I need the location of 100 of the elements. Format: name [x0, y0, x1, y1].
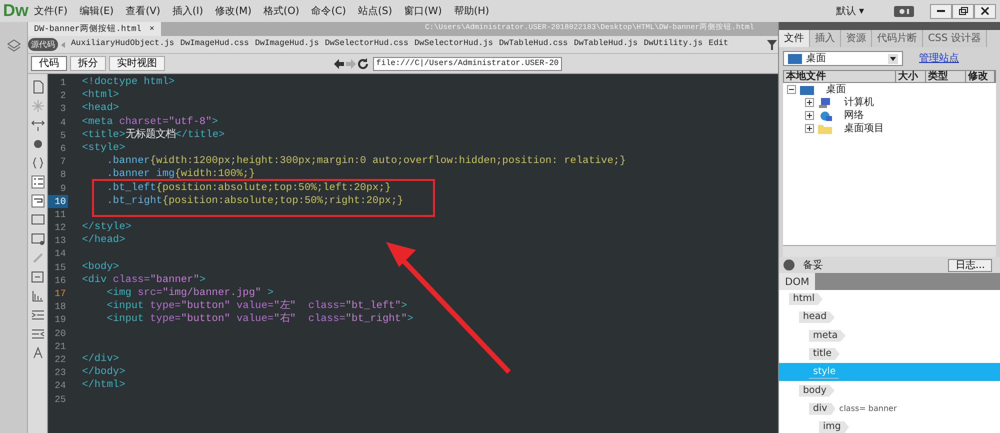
line-number: 12	[54, 221, 67, 234]
log-button[interactable]: 日志...	[948, 258, 992, 272]
line-number: 14	[54, 247, 67, 261]
window-button[interactable]	[930, 4, 952, 18]
related-file-link[interactable]: DwSelectorHud.js	[411, 38, 496, 51]
menu-item[interactable]: 编辑(E)	[74, 4, 120, 18]
dom-node[interactable]: html	[779, 290, 1000, 308]
live-icon[interactable]	[894, 6, 914, 16]
menu-item[interactable]: 帮助(H)	[448, 4, 496, 18]
window-button[interactable]	[974, 4, 996, 18]
view-button[interactable]: 代码	[31, 56, 67, 71]
refresh-icon[interactable]	[357, 58, 370, 70]
tag-label: html	[789, 293, 823, 306]
menu-item[interactable]: 命令(C)	[305, 4, 352, 18]
expand-toggle-icon[interactable]	[805, 111, 814, 120]
code-line: </head>	[82, 234, 126, 248]
related-file-link[interactable]: AuxiliaryHudObject.js	[68, 38, 178, 51]
related-file-link[interactable]: 源代码	[28, 38, 58, 51]
tag-label: body	[799, 384, 834, 397]
code-line: <html>	[82, 89, 120, 102]
window-button[interactable]	[952, 4, 974, 18]
menu-item[interactable]: 文件(F)	[28, 4, 74, 18]
line-number: 24	[54, 379, 67, 392]
line-number: 15	[54, 260, 67, 274]
tree-item[interactable]: 网络	[844, 108, 864, 123]
column-header[interactable]: 类型	[926, 71, 966, 82]
menu-item[interactable]: 修改(M)	[209, 4, 258, 18]
layers-icon[interactable]	[6, 38, 22, 54]
tree-item[interactable]: 桌面项目	[844, 121, 884, 136]
format-icon[interactable]	[30, 346, 44, 360]
dom-node[interactable]: body	[779, 381, 1000, 400]
chart-icon[interactable]	[30, 289, 44, 303]
workspace-switcher[interactable]: 默认 ▾	[830, 4, 870, 18]
outdent-icon[interactable]	[30, 327, 44, 341]
menu-item[interactable]: 插入(I)	[166, 4, 210, 18]
column-header[interactable]: 本地文件	[784, 71, 896, 82]
close-icon	[981, 7, 989, 15]
star-icon[interactable]	[30, 99, 44, 113]
uncomment-icon[interactable]	[30, 232, 44, 246]
line-number: 13	[54, 234, 67, 248]
indent-icon[interactable]	[30, 308, 44, 322]
expand-icon[interactable]	[30, 118, 44, 132]
line-number: 7	[59, 155, 67, 168]
restore-icon	[958, 7, 968, 15]
related-file-link[interactable]: DwTableHud.css	[496, 38, 571, 51]
expand-toggle-icon[interactable]	[805, 98, 814, 107]
location-dropdown[interactable]: 桌面	[783, 51, 903, 66]
code-line: .bt_left{position:absolute;top:50%;left:20px;}	[106, 182, 392, 195]
view-button[interactable]: 实时视图	[109, 56, 165, 71]
wrap-icon[interactable]	[30, 194, 44, 208]
tree-item[interactable]: 桌面	[826, 82, 846, 97]
globe-icon	[818, 110, 832, 120]
dom-node[interactable]: img	[779, 418, 1000, 433]
line-number: 18	[54, 300, 67, 314]
line-number: 22	[54, 352, 67, 366]
folder-icon	[818, 124, 832, 134]
dom-node[interactable]: meta	[779, 326, 1000, 345]
dom-node[interactable]: head	[779, 308, 1000, 327]
code-line: <img src="img/banner.jpg" >	[106, 287, 275, 300]
view-button[interactable]: 拆分	[70, 56, 106, 71]
related-file-link[interactable]: DwSelectorHud.css	[322, 38, 412, 51]
document-tab[interactable]: DW-banner两侧按钮.html ×	[28, 22, 161, 36]
dom-node[interactable]: div class= banner	[779, 400, 1000, 418]
related-file-link[interactable]: DwUtility.js	[640, 38, 706, 51]
page-icon[interactable]	[30, 80, 44, 94]
manage-sites-link[interactable]: 管理站点	[919, 51, 959, 66]
related-file-link[interactable]: Edit	[706, 38, 732, 51]
line-number: 21	[54, 340, 67, 353]
column-header[interactable]: 大小	[896, 71, 926, 82]
line-number: 25	[54, 392, 67, 406]
snippet-icon[interactable]	[30, 270, 44, 284]
braces-icon[interactable]	[30, 156, 44, 170]
collapse-toggle-icon[interactable]	[787, 85, 796, 94]
monitor-icon	[800, 84, 814, 94]
tab-close-button[interactable]: ×	[149, 22, 155, 36]
tree-item[interactable]: 计算机	[844, 95, 874, 110]
code-line: <input type="button" value="右" class="bt_right">	[106, 313, 414, 327]
tag-label: div	[809, 402, 836, 415]
menu-item[interactable]: 站点(S)	[352, 4, 398, 18]
line-number: 10	[48, 194, 68, 208]
panel-tab[interactable]: 文件	[779, 30, 810, 47]
attribute-label: class= banner	[839, 402, 897, 415]
address-field[interactable]: file:///C|/Users/Administrator.USER-20	[373, 56, 562, 70]
menu-item[interactable]: 查看(V)	[120, 4, 166, 18]
back-icon[interactable]	[333, 58, 346, 70]
related-file-link[interactable]: DwImageHud.js	[252, 38, 322, 51]
line-numbers-icon[interactable]	[30, 175, 44, 189]
panel-tab[interactable]: DOM	[779, 273, 816, 290]
tag-label: meta	[809, 330, 846, 342]
dom-node[interactable]: title	[779, 344, 1000, 364]
related-file-link[interactable]: DwTableHud.js	[570, 38, 641, 51]
menu-item[interactable]: 格式(O)	[258, 4, 306, 18]
menu-item[interactable]: 窗口(W)	[398, 4, 448, 18]
horizontal-scrollbar[interactable]	[783, 245, 996, 257]
line-number: 6	[59, 142, 67, 156]
related-file-link[interactable]: DwImageHud.css	[177, 38, 252, 51]
filter-icon[interactable]	[766, 38, 778, 50]
column-header[interactable]: 修改	[966, 71, 995, 82]
expand-toggle-icon[interactable]	[805, 124, 814, 133]
code-line: <style>	[82, 142, 126, 156]
